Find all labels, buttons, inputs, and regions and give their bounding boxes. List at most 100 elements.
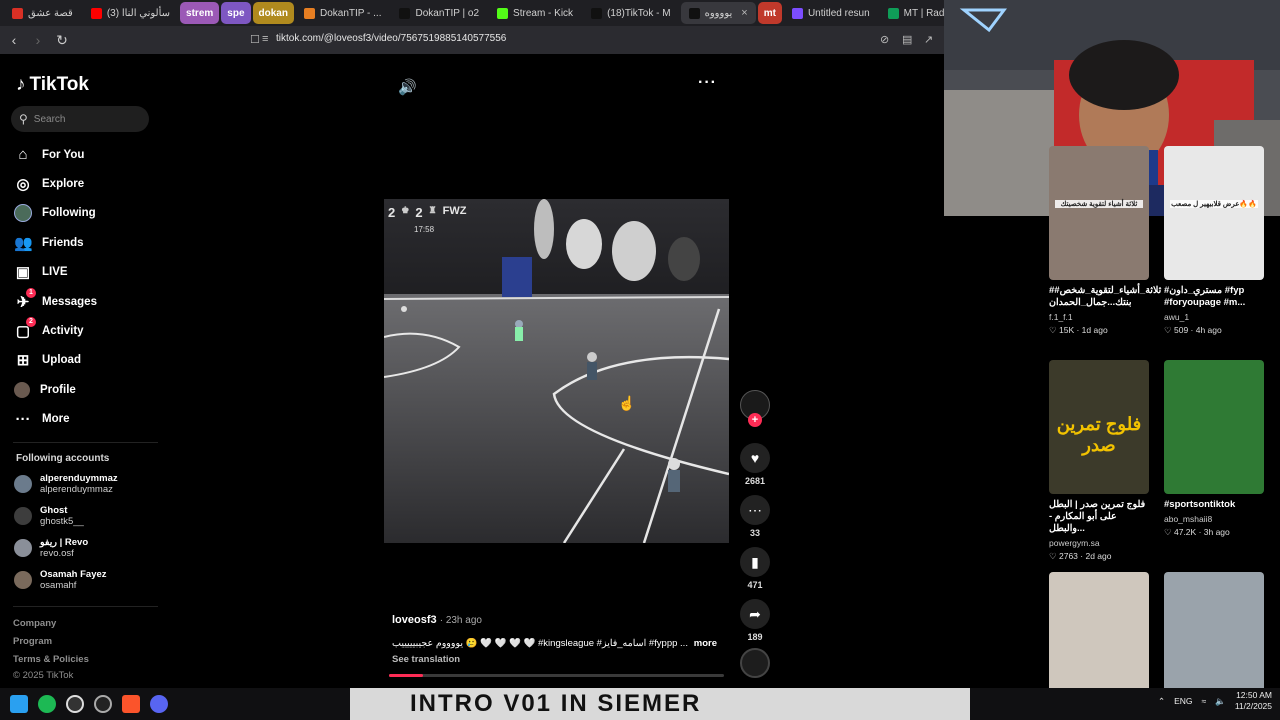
browser-tab[interactable]: mt [757,2,782,24]
video-thumbnail[interactable]: ثلاثة أشياء لتقوية شخصيتك [1049,146,1149,280]
discord-icon[interactable] [150,695,168,713]
reader-icon[interactable]: ▤ [902,33,912,46]
sidebar-item-friends[interactable]: 👥 Friends [14,228,97,257]
sidebar-item-activity[interactable]: ▢ 2 Activity [14,316,97,345]
browser-tab[interactable]: Untitled resun [784,2,878,24]
browser-tab[interactable]: يووووه × [680,2,756,24]
brave-icon[interactable] [122,695,140,713]
search-input[interactable]: ⚲ Search [11,106,149,132]
following-account[interactable]: alperenduymmaz alperenduymmaz [14,473,118,495]
follow-plus-button[interactable]: + [748,413,762,427]
cast-icon[interactable]: ⊘ [880,33,889,46]
sidebar-item-more[interactable]: ··· More [14,405,97,434]
video-author[interactable]: f.1_f.1 [1049,312,1149,322]
overlay-banner: INTRO V01 IN SIEMER [350,688,970,720]
video-author[interactable]: powergym.sa [1049,538,1149,548]
heart-icon: ♥ [740,443,770,473]
author-name[interactable]: loveosf3 [392,614,437,626]
video-thumbnail[interactable]: عرض قلابيهير ل مصعب🔥🔥 [1164,146,1264,280]
tab-close-icon[interactable]: × [741,7,747,19]
screen: قصة عشق (3) سألوني الناا strem spe dokan Doka… [0,0,1280,720]
browser-tab[interactable]: (18)TikTok - M [583,2,679,24]
footer-link[interactable]: Program [13,636,52,647]
obs-icon[interactable] [94,695,112,713]
browser-tab[interactable]: strem [180,2,220,24]
url-text[interactable]: tiktok.com/@loveosf3/video/7567519885140… [276,33,506,44]
video-thumbnail[interactable]: فلوج تمرين صدر [1049,360,1149,494]
footer-link[interactable]: Terms & Policies [13,654,89,665]
system-clock[interactable]: 12:50 AM 11/2/2025 [1235,690,1272,712]
forward-icon[interactable]: › [28,32,48,48]
sidebar-item-following[interactable]: Following [14,199,97,228]
more-options-icon[interactable]: ··· [698,74,717,92]
video-thumbnail[interactable] [1164,572,1264,706]
sidebar-item-live[interactable]: ▣ LIVE [14,258,97,287]
heart-icon: ♡ [1164,325,1174,335]
browser-tab[interactable]: Stream - Kick [489,2,581,24]
windows-start-icon[interactable] [10,695,28,713]
site-info-icon[interactable]: ≡ [262,33,268,45]
account-handle: ghostk5__ [40,516,84,527]
music-disc-icon[interactable] [740,648,770,678]
like-button[interactable]: ♥ 2681 [738,443,772,486]
sidebar-item-for-you[interactable]: ⌂ For You [14,140,97,169]
related-video-card[interactable]: فلوج تمرين صدر فلوج تمرين صدر | البطل على… [1049,360,1149,562]
browser-tab[interactable]: (3) سألوني الناا [83,2,178,24]
sidebar-item-messages[interactable]: ✈ 1 Messages [14,287,97,316]
browser-tab[interactable]: spe [221,2,251,24]
share-button[interactable]: ➦ 189 [738,599,772,642]
wifi-icon[interactable]: ≈ [1202,696,1207,706]
team-tag: FWZ [442,205,467,217]
language-indicator[interactable]: ENG [1174,696,1192,706]
following-account[interactable]: Osamah Fayez osamahf [14,569,107,591]
tab-label: (3) سألوني الناا [106,7,171,19]
browser-tab[interactable]: قصة عشق [4,2,81,24]
video-progress-fill [389,674,423,677]
footer-link[interactable]: Company [13,618,56,629]
video-progress-bar[interactable] [389,674,724,677]
sidebar-item-upload[interactable]: ⊞ Upload [14,346,97,375]
app-icon[interactable] [66,695,84,713]
spotify-icon[interactable] [38,695,56,713]
browser-tab[interactable]: DokanTIP - ... [296,2,390,24]
related-video-card[interactable] [1049,572,1149,706]
reload-icon[interactable]: ↻ [52,32,72,49]
video-author[interactable]: awu_1 [1164,312,1264,322]
browser-tab[interactable]: MT | Radio Pr [880,2,944,24]
tiktok-note-icon: ♪ [16,74,26,95]
save-button[interactable]: ▮ 471 [738,547,772,590]
share-icon[interactable]: ↗ [924,33,933,46]
video-author[interactable]: abo_mshaii8 [1164,514,1264,524]
related-videos: ثلاثة أشياء لتقوية شخصيتك #ثلاثة_أشياء_لت… [944,146,1280,706]
speaker-icon[interactable]: 🔈 [1215,696,1226,707]
video-author[interactable]: loveosf3 · 23h ago [392,614,482,626]
back-icon[interactable]: ‹ [4,32,24,48]
video-thumbnail[interactable] [1164,360,1264,494]
volume-icon[interactable]: 🔊 [398,78,417,96]
sidebar-item-profile[interactable]: Profile [14,375,97,404]
tab-label: قصة عشق [28,7,73,19]
video-frame[interactable]: 2 ♚ 2 ♜ FWZ 17:58 ☝ [384,199,729,543]
related-video-card[interactable]: عرض قلابيهير ل مصعب🔥🔥 #مستري_داون #fyp #f… [1164,146,1264,336]
bookmark-icon[interactable]: ☐ [250,33,260,46]
related-video-card[interactable]: #sportsontiktok abo_mshaii8 ♡ 47.2K · 3h a… [1164,360,1264,538]
related-video-card[interactable]: ثلاثة أشياء لتقوية شخصيتك #ثلاثة_أشياء_لت… [1049,146,1161,336]
sidebar-item-label: LIVE [42,266,68,279]
caption-more-link[interactable]: more [689,638,717,649]
address-bar: ‹ › ↻ ☐ ≡ tiktok.com/@loveosf3/video/756… [0,26,944,54]
comment-button[interactable]: ⋯ 33 [738,495,772,538]
post-time: 23h ago [445,615,482,626]
sidebar-item-explore[interactable]: ◎ Explore [14,169,97,198]
browser-tab[interactable]: dokan [252,2,294,24]
see-translation-link[interactable]: See translation [392,654,460,665]
related-video-card[interactable] [1164,572,1264,706]
following-account[interactable]: ريفو | Revo revo.osf [14,537,88,559]
tiktok-logo[interactable]: ♪ TikTok [16,74,89,96]
post-age: 1d ago [1081,325,1108,335]
tray-chevron-icon[interactable]: ⌃ [1158,696,1165,707]
video-thumbnail[interactable] [1049,572,1149,706]
browser-tab[interactable]: DokanTIP | o2 [391,2,487,24]
sidebar: ♪ TikTok ⚲ Search ⌂ For You ◎ Explore Follow… [0,54,170,688]
following-account[interactable]: Ghost ghostk5__ [14,505,84,527]
sidebar-item-label: Profile [40,383,76,396]
